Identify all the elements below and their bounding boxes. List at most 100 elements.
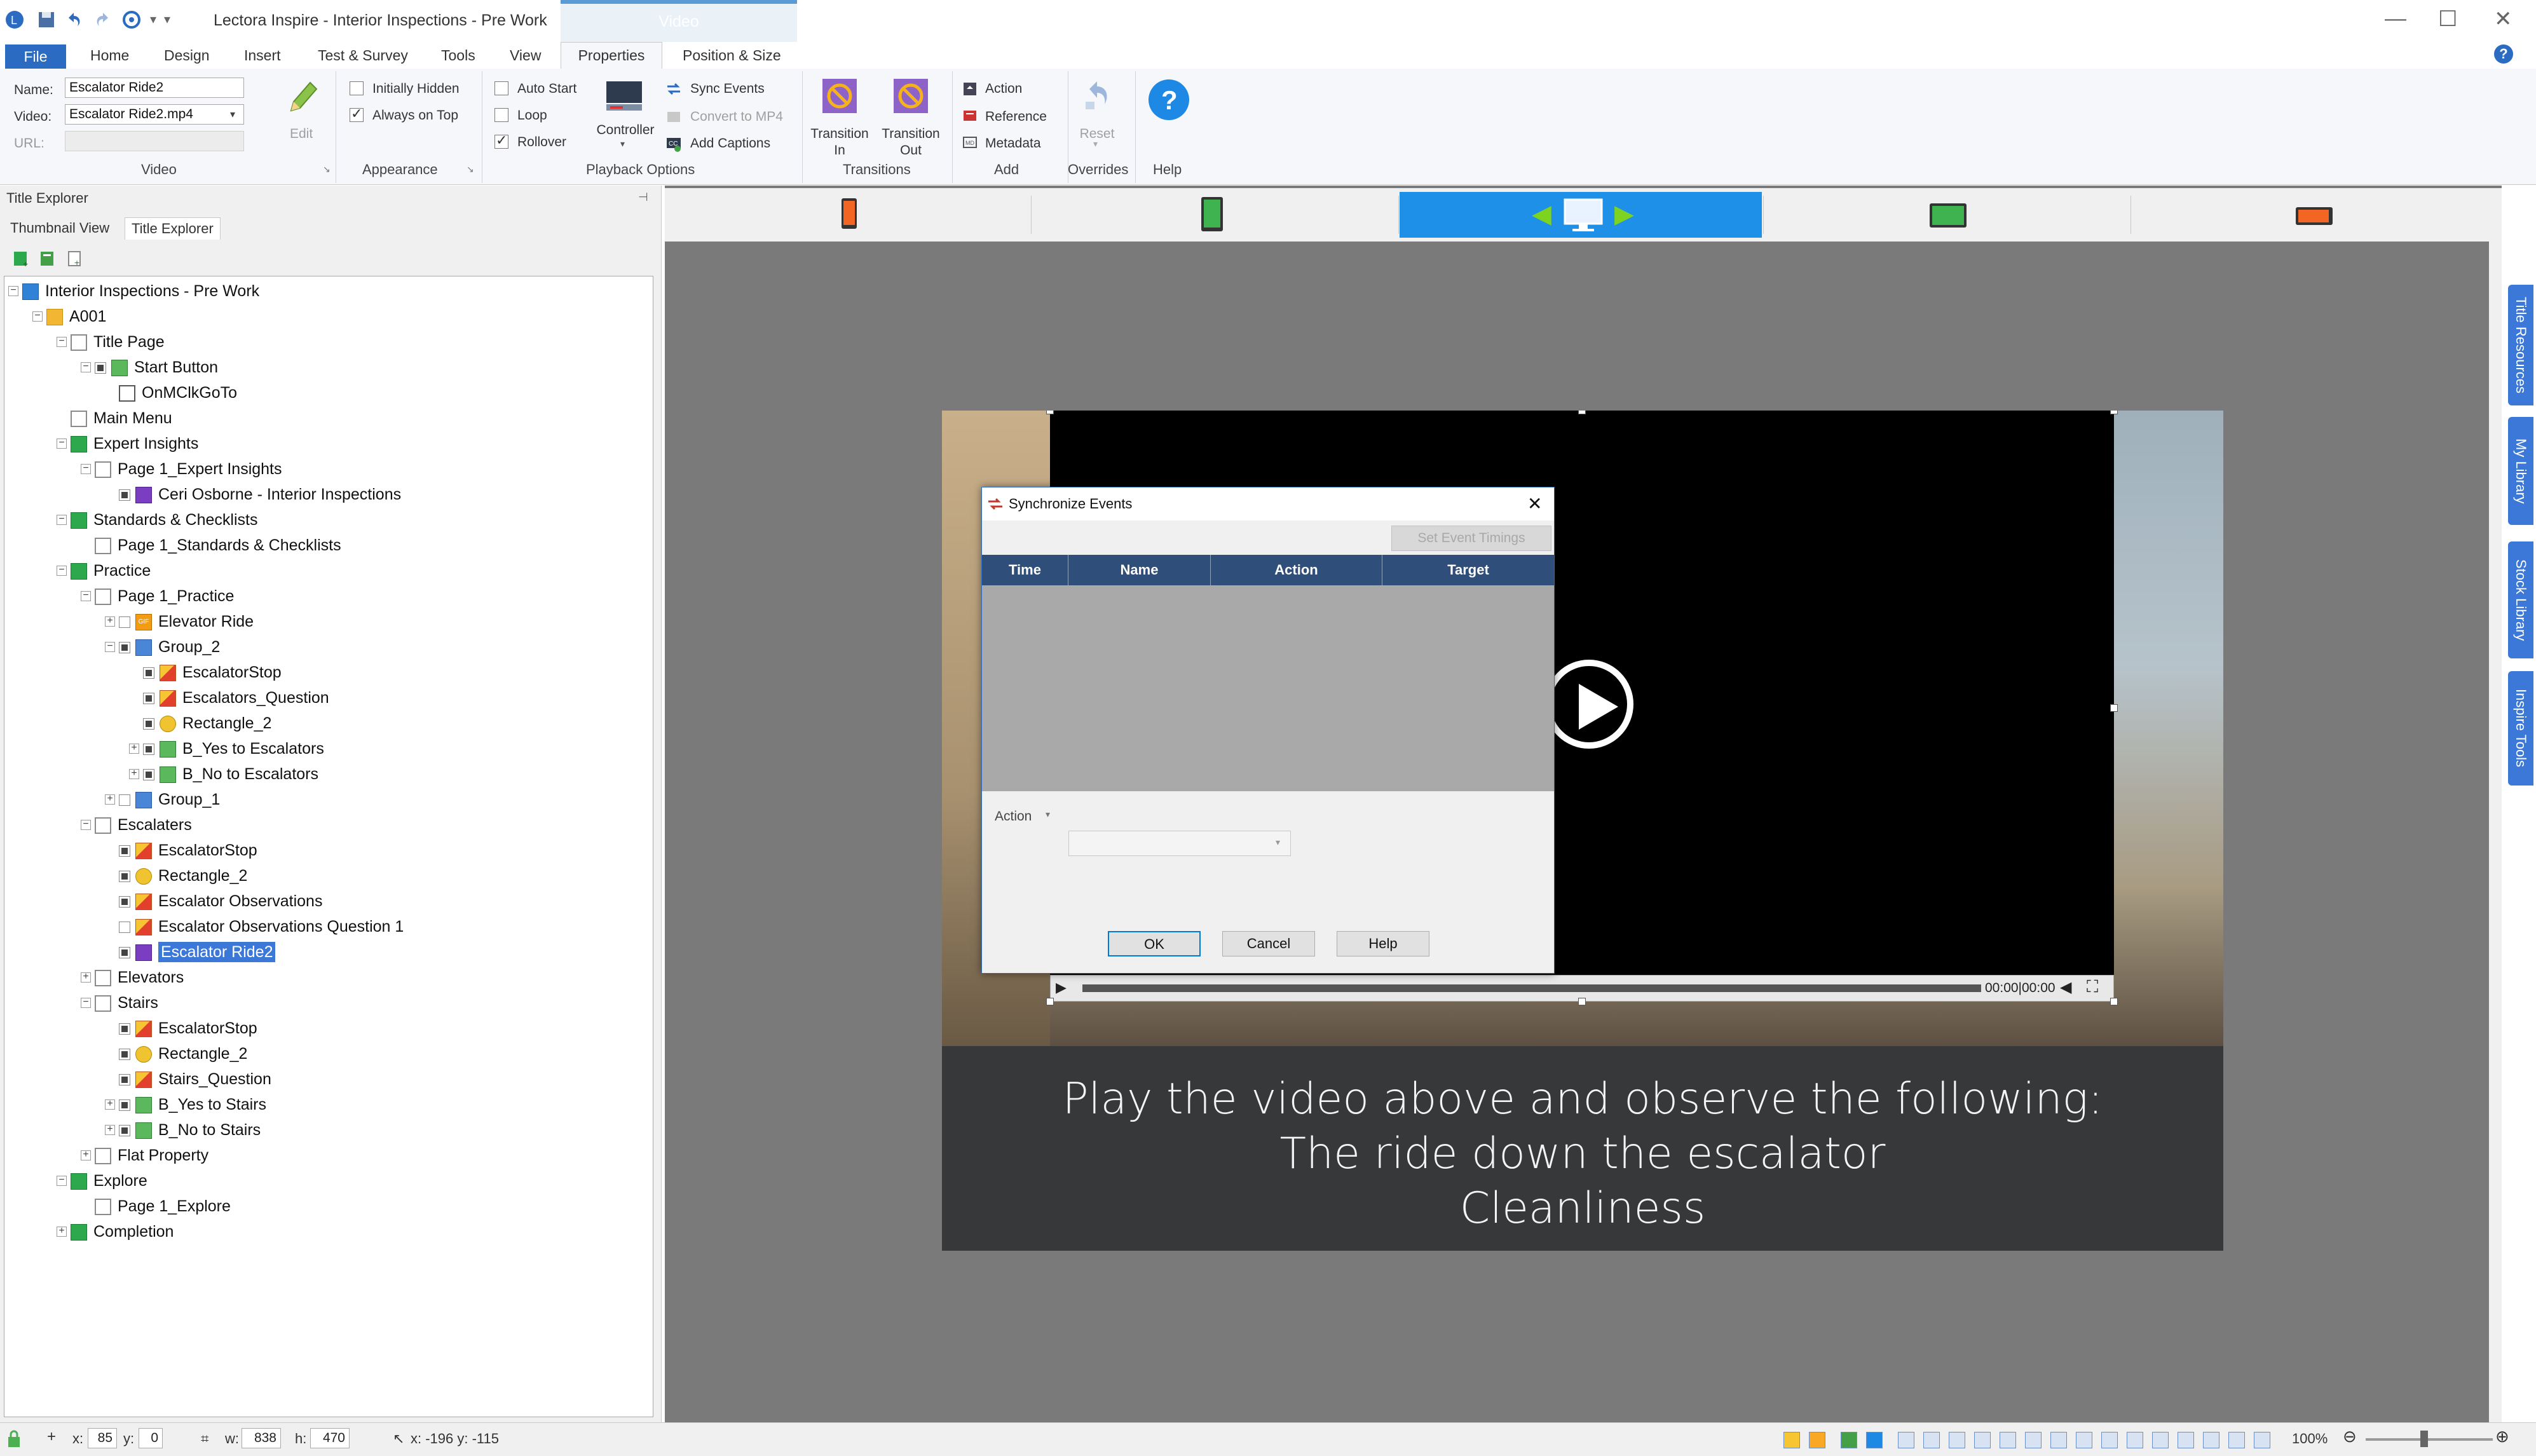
tab-file[interactable]: File	[5, 44, 66, 69]
visibility-checkbox[interactable]	[119, 947, 130, 959]
save-icon[interactable]	[36, 9, 57, 31]
auto-start-checkbox[interactable]	[494, 81, 508, 95]
play-icon[interactable]	[1544, 660, 1633, 749]
tree-expander[interactable]: −	[8, 285, 18, 296]
initially-hidden-checkbox[interactable]	[350, 81, 364, 95]
preview-icon[interactable]	[1866, 1432, 1883, 1448]
video-file-select[interactable]: Escalator Ride2.mp4	[65, 104, 244, 125]
tree-node[interactable]: Start Button	[95, 355, 218, 379]
close-window-button[interactable]: ✕	[2494, 6, 2512, 32]
edit-pencil-icon[interactable]	[285, 78, 320, 117]
visibility-checkbox[interactable]	[119, 1125, 130, 1137]
sync-events-button[interactable]: Sync Events	[690, 81, 765, 97]
pin-icon[interactable]: ⊣	[638, 191, 648, 204]
tree-node[interactable]: Page 1_Practice	[95, 584, 234, 608]
visibility-checkbox[interactable]	[119, 922, 130, 934]
tree-node[interactable]: Page 1_Standards & Checklists	[95, 533, 341, 557]
tree-expander[interactable]: +	[129, 768, 139, 779]
zoom-slider-thumb[interactable]	[2420, 1431, 2428, 1447]
h-field[interactable]: 470	[310, 1428, 350, 1448]
tree-node[interactable]: B_Yes to Stairs	[119, 1092, 266, 1117]
tree-expander[interactable]: −	[57, 514, 67, 525]
guides-icon[interactable]	[2254, 1432, 2270, 1448]
always-on-top-checkbox[interactable]	[350, 105, 364, 122]
resize-handle[interactable]	[2110, 704, 2118, 712]
arrow-right-icon[interactable]: ▶	[1614, 200, 1634, 229]
tree-expander[interactable]: −	[57, 565, 67, 576]
ok-button[interactable]: OK	[1108, 931, 1201, 956]
x-field[interactable]: 85	[88, 1428, 117, 1448]
tree-expander[interactable]: −	[81, 819, 91, 830]
add-reference-button[interactable]: Reference	[985, 109, 1047, 125]
volume-icon[interactable]: ◀	[2060, 978, 2071, 997]
same-width-icon[interactable]	[2076, 1432, 2092, 1448]
visibility-checkbox[interactable]	[143, 693, 154, 705]
column-target[interactable]: Target	[1382, 555, 1554, 585]
tree-expander[interactable]: +	[57, 1226, 67, 1237]
name-field[interactable]: Escalator Ride2	[65, 78, 244, 98]
tab-home[interactable]: Home	[90, 47, 129, 64]
dialog-launcher-icon[interactable]: ↘	[323, 164, 331, 175]
chevron-down-icon[interactable]: ▾	[230, 108, 235, 121]
tab-title-explorer[interactable]: Title Explorer	[125, 217, 221, 240]
transition-in-icon[interactable]	[821, 78, 858, 114]
distribute-h-icon[interactable]	[2152, 1432, 2169, 1448]
tree-node[interactable]: Group_2	[119, 635, 220, 659]
column-name[interactable]: Name	[1068, 555, 1211, 585]
tab-test-survey[interactable]: Test & Survey	[318, 47, 408, 64]
tree-node[interactable]: Escalator Observations Question 1	[119, 915, 404, 939]
tab-thumbnail-view[interactable]: Thumbnail View	[4, 217, 116, 239]
qat-customize-icon[interactable]: ▾	[164, 11, 170, 27]
tree-node[interactable]: Page 1_Expert Insights	[95, 457, 282, 481]
tab-design[interactable]: Design	[164, 47, 210, 64]
reference-icon[interactable]	[961, 107, 979, 125]
tree-node[interactable]: Interior Inspections - Pre Work	[22, 279, 259, 303]
tab-insert[interactable]: Insert	[244, 47, 281, 64]
add-captions-button[interactable]: Add Captions	[690, 136, 770, 151]
visibility-checkbox[interactable]	[95, 362, 106, 374]
tree-node[interactable]: Escalator Observations	[119, 889, 322, 913]
tree-node[interactable]: B_Yes to Escalators	[143, 737, 324, 761]
lock-icon[interactable]	[6, 1429, 22, 1448]
tree-node[interactable]: Practice	[71, 559, 151, 583]
same-height-icon[interactable]	[2101, 1432, 2118, 1448]
tree-node[interactable]: Rectangle_2	[119, 1042, 247, 1066]
tree-expander[interactable]: +	[81, 972, 91, 983]
tree-node[interactable]: EscalatorStop	[143, 660, 282, 684]
tree-node[interactable]: OnMClkGoTo	[119, 381, 237, 405]
tree-node[interactable]: B_No to Escalators	[143, 762, 318, 786]
column-time[interactable]: Time	[982, 555, 1068, 585]
tree-expander[interactable]: −	[32, 311, 43, 322]
tree-expander[interactable]: +	[81, 1150, 91, 1160]
tree-expander[interactable]: −	[81, 590, 91, 601]
tree-node[interactable]: Explore	[71, 1169, 147, 1193]
tab-tools[interactable]: Tools	[441, 47, 475, 64]
side-tab-stock-library[interactable]: Stock Library	[2508, 541, 2533, 658]
rollover-checkbox[interactable]	[494, 132, 508, 149]
resize-handle[interactable]	[1578, 411, 1586, 414]
tab-position-size[interactable]: Position & Size	[683, 47, 781, 64]
tree-expander[interactable]: −	[81, 997, 91, 1008]
resize-handle[interactable]	[1046, 411, 1054, 414]
same-size-icon[interactable]	[2127, 1432, 2143, 1448]
w-field[interactable]: 838	[242, 1428, 281, 1448]
visibility-checkbox[interactable]	[119, 489, 130, 501]
tree-node[interactable]: Standards & Checklists	[71, 508, 257, 532]
resize-handle[interactable]	[2110, 998, 2118, 1005]
events-grid-body[interactable]	[982, 585, 1554, 791]
metadata-icon[interactable]: MD	[961, 133, 979, 151]
vertical-scrollbar[interactable]	[2489, 242, 2502, 1422]
arrow-left-icon[interactable]: ◀	[1532, 200, 1551, 229]
align-bottom-icon[interactable]	[2050, 1432, 2067, 1448]
add-section-icon[interactable]	[38, 249, 57, 268]
align-center-icon[interactable]	[1949, 1432, 1965, 1448]
tab-properties[interactable]: Properties	[561, 42, 662, 70]
preview-icon[interactable]	[121, 9, 142, 31]
seek-bar[interactable]	[1082, 984, 1981, 992]
tree-node[interactable]: Stairs_Question	[119, 1067, 271, 1091]
align-middle-icon[interactable]	[2025, 1432, 2042, 1448]
tree-expander[interactable]: +	[129, 743, 139, 754]
align-right-icon[interactable]	[1974, 1432, 1991, 1448]
visibility-checkbox[interactable]	[119, 1099, 130, 1112]
tree-expander[interactable]: −	[81, 362, 91, 372]
